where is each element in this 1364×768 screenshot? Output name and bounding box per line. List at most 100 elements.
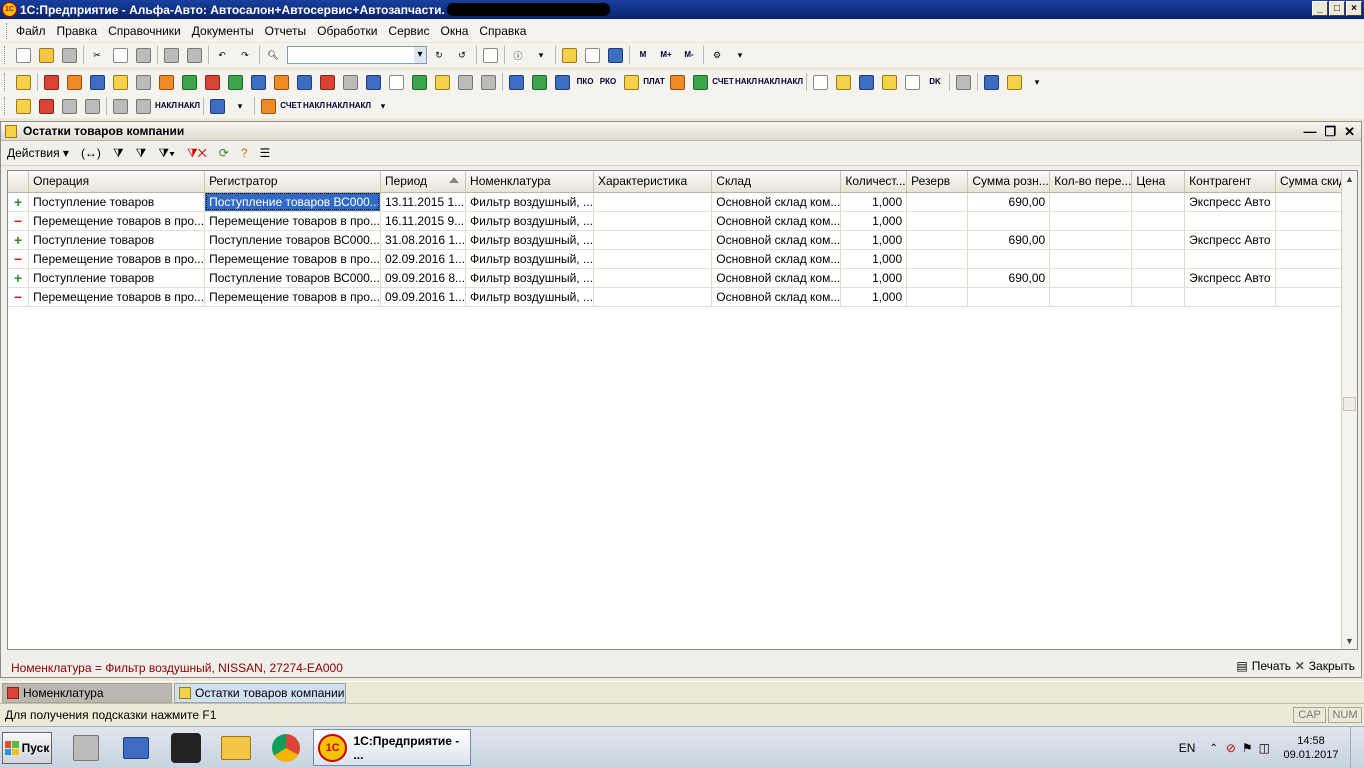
memory-plus-button[interactable]: M+ bbox=[657, 46, 675, 64]
calculator-icon[interactable] bbox=[560, 46, 578, 64]
megaphone-icon[interactable] bbox=[954, 73, 972, 91]
coins-report-icon[interactable] bbox=[880, 73, 898, 91]
org-structure-icon[interactable] bbox=[295, 73, 313, 91]
dk-report-button[interactable]: DK bbox=[926, 73, 944, 91]
cell-nomenclature[interactable]: Фильтр воздушный, ... bbox=[465, 192, 594, 212]
child-restore-icon[interactable]: ❐ bbox=[1324, 124, 1336, 140]
panel-dropdown-icon[interactable]: ▾ bbox=[1028, 73, 1046, 91]
col-header-retail-sum[interactable]: Сумма розн... bbox=[967, 171, 1051, 193]
table-row[interactable]: − Перемещение товаров в про... Перемещение… bbox=[8, 249, 1358, 269]
cell-reserve[interactable] bbox=[906, 268, 969, 288]
cell-reserve[interactable] bbox=[906, 192, 969, 212]
tray-expand-icon[interactable]: ⌃ bbox=[1209, 743, 1217, 754]
cell-warehouse[interactable]: Основной склад ком... bbox=[711, 192, 842, 212]
redo-icon[interactable]: ↷ bbox=[236, 46, 254, 64]
cell-price[interactable] bbox=[1131, 230, 1186, 250]
cell-quantity[interactable]: 1,000 bbox=[840, 268, 908, 288]
col-header-period[interactable]: Период bbox=[380, 171, 467, 193]
language-indicator[interactable]: EN bbox=[1179, 741, 1196, 755]
taskbar-1c-button[interactable]: 1С 1С:Предприятие - ... bbox=[313, 729, 471, 766]
cell-quantity[interactable]: 1,000 bbox=[840, 249, 908, 269]
aperture-app-icon[interactable] bbox=[166, 730, 206, 766]
child-minimize-icon[interactable]: — bbox=[1303, 124, 1316, 140]
cell-transfer-qty[interactable] bbox=[1049, 211, 1133, 231]
start-button[interactable]: Пуск bbox=[2, 732, 52, 764]
paste-icon[interactable] bbox=[134, 46, 152, 64]
help-icon[interactable]: ? bbox=[241, 146, 248, 160]
cell-counterparty[interactable] bbox=[1184, 249, 1276, 269]
cell-nomenclature[interactable]: Фильтр воздушный, ... bbox=[465, 230, 594, 250]
coins-stack-icon[interactable] bbox=[622, 73, 640, 91]
cell-characteristic[interactable] bbox=[593, 268, 713, 288]
cell-registrar[interactable]: Поступление товаров ВС000... bbox=[204, 192, 381, 212]
cell-nomenclature[interactable]: Фильтр воздушный, ... bbox=[465, 249, 594, 269]
clock[interactable]: 14:58 09.01.2017 bbox=[1274, 734, 1348, 762]
table-row[interactable]: − Перемещение товаров в про... Перемещение… bbox=[8, 211, 1358, 231]
waybill-button-3[interactable]: НАКЛ bbox=[303, 97, 325, 115]
waybill-button-2[interactable]: НАКЛ bbox=[178, 97, 200, 115]
cell-transfer-qty[interactable] bbox=[1049, 287, 1133, 307]
table-row[interactable]: − Перемещение товаров в про... Перемещение… bbox=[8, 287, 1358, 307]
info-icon[interactable]: ⓘ bbox=[509, 46, 527, 64]
col-header-nomenclature[interactable]: Номенклатура bbox=[465, 171, 594, 193]
cell-quantity[interactable]: 1,000 bbox=[840, 230, 908, 250]
col-header-operation[interactable]: Операция bbox=[28, 171, 206, 193]
cell-period[interactable]: 31.08.2016 1... bbox=[380, 230, 467, 250]
file-explorer-icon[interactable] bbox=[216, 730, 256, 766]
search-icon[interactable]: 🔍︎ bbox=[264, 46, 282, 64]
cell-transfer-qty[interactable] bbox=[1049, 268, 1133, 288]
barcode-icon[interactable] bbox=[507, 73, 525, 91]
volume-icon[interactable]: ◫ bbox=[1259, 741, 1270, 755]
menu-windows[interactable]: Окна bbox=[441, 24, 469, 38]
person-icon[interactable] bbox=[157, 73, 175, 91]
cell-period[interactable]: 16.11.2015 9... bbox=[380, 211, 467, 231]
users-transfer-icon[interactable] bbox=[668, 73, 686, 91]
cell-warehouse[interactable]: Основной склад ком... bbox=[711, 287, 842, 307]
cell-operation[interactable]: Перемещение товаров в про... bbox=[28, 211, 206, 231]
cell-operation[interactable]: Поступление товаров bbox=[28, 192, 206, 212]
gear-icon[interactable] bbox=[341, 73, 359, 91]
windows-icon[interactable] bbox=[481, 46, 499, 64]
info-dropdown-icon[interactable]: ▾ bbox=[532, 46, 550, 64]
cell-retail-sum[interactable]: 690,00 bbox=[967, 268, 1051, 288]
car-icon[interactable] bbox=[37, 97, 55, 115]
clear-filter-icon[interactable]: ⧩✕ bbox=[187, 146, 207, 161]
col-header-quantity[interactable]: Количест... bbox=[840, 171, 908, 193]
child-close-icon[interactable]: ✕ bbox=[1344, 124, 1355, 140]
waybill-plus-button[interactable]: НАКЛ bbox=[735, 73, 757, 91]
tab-stock-balance[interactable]: Остатки товаров компании bbox=[174, 683, 346, 703]
company-icon[interactable] bbox=[14, 73, 32, 91]
menu-catalogs[interactable]: Справочники bbox=[108, 24, 181, 38]
dollar-icon[interactable] bbox=[180, 73, 198, 91]
cell-period[interactable]: 02.09.2016 1... bbox=[380, 249, 467, 269]
cell-counterparty[interactable]: Экспресс Авто bbox=[1184, 230, 1276, 250]
print-icon[interactable] bbox=[162, 46, 180, 64]
open-book-icon[interactable] bbox=[982, 73, 1000, 91]
save-icon[interactable] bbox=[60, 46, 78, 64]
menu-edit[interactable]: Правка bbox=[57, 24, 98, 38]
hammer-icon[interactable] bbox=[134, 97, 152, 115]
cell-retail-sum[interactable]: 690,00 bbox=[967, 230, 1051, 250]
server-manager-icon[interactable] bbox=[66, 730, 106, 766]
col-header-mark[interactable] bbox=[8, 171, 30, 193]
people-icon[interactable] bbox=[249, 73, 267, 91]
tab-nomenclature[interactable]: Номенклатура bbox=[2, 683, 172, 703]
close-window-button[interactable]: × bbox=[1346, 1, 1362, 16]
cell-period[interactable]: 09.09.2016 1... bbox=[380, 287, 467, 307]
col-header-price[interactable]: Цена bbox=[1131, 171, 1186, 193]
table-row[interactable]: + Поступление товаров Поступление товаров … bbox=[8, 230, 1358, 250]
tag-icon[interactable] bbox=[456, 73, 474, 91]
search-input[interactable] bbox=[287, 46, 427, 64]
cell-price[interactable] bbox=[1131, 287, 1186, 307]
new-document-icon[interactable] bbox=[14, 46, 32, 64]
action-center-flag-icon[interactable]: ⚑ bbox=[1242, 741, 1253, 755]
cell-counterparty[interactable]: Экспресс Авто bbox=[1184, 192, 1276, 212]
cell-nomenclature[interactable]: Фильтр воздушный, ... bbox=[465, 268, 594, 288]
report-plus-icon[interactable] bbox=[903, 73, 921, 91]
table-icon[interactable] bbox=[387, 73, 405, 91]
window-panel-icon[interactable] bbox=[1005, 73, 1023, 91]
minimize-button[interactable]: _ bbox=[1312, 1, 1328, 16]
scroll-up-icon[interactable]: ▲ bbox=[1342, 171, 1357, 187]
wrench-icon[interactable] bbox=[111, 97, 129, 115]
book-icon[interactable] bbox=[203, 73, 221, 91]
